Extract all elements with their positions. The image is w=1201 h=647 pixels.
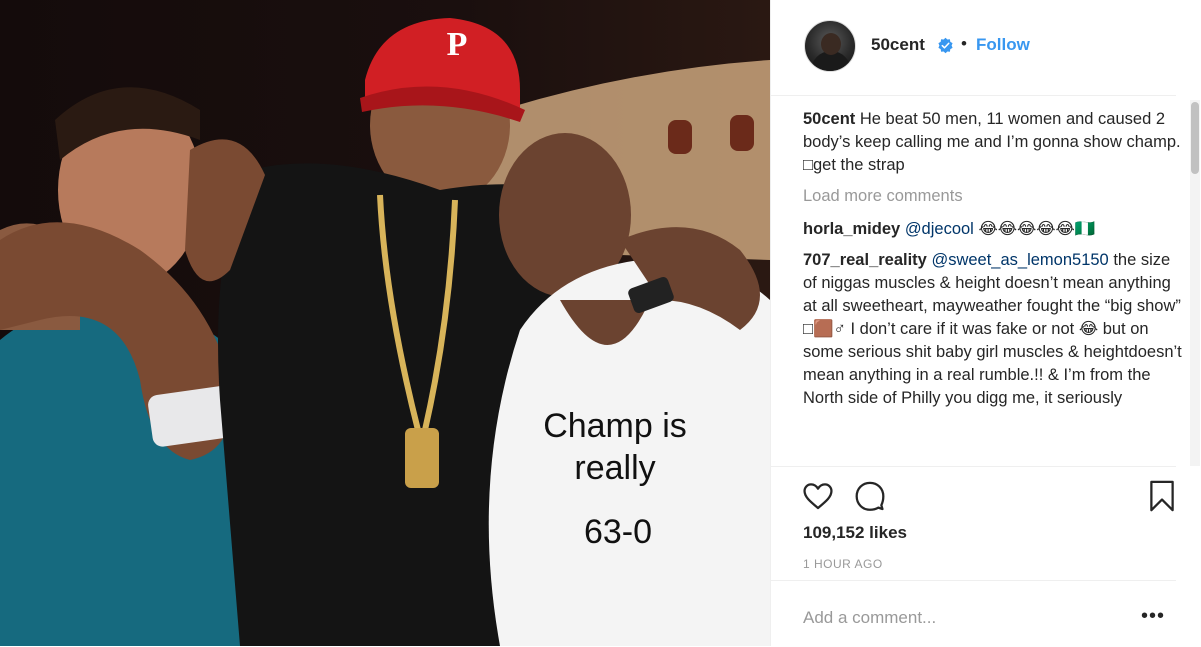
follow-button[interactable]: Follow [976, 35, 1030, 55]
svg-text:P: P [447, 26, 468, 63]
list-item: horla_midey @djecool 😂😂😂😂😂🇳🇬 [803, 218, 1183, 241]
comment-mention[interactable]: @djecool [905, 220, 974, 238]
shirt-text-line2: really [574, 449, 656, 487]
caption-text: He beat 50 men, 11 women and caused 2 bo… [803, 110, 1181, 174]
comments-list[interactable]: 50cent He beat 50 men, 11 women and caus… [803, 108, 1183, 468]
post-photo[interactable]: P Champ is really 63-0 [0, 0, 770, 646]
caption: 50cent He beat 50 men, 11 women and caus… [803, 108, 1183, 177]
post-header: 50cent • Follow [771, 0, 1176, 96]
shirt-text-line3: 63-0 [583, 513, 653, 551]
comment-text: the size of niggas muscles & height does… [803, 251, 1182, 407]
scrollbar-thumb[interactable] [1191, 102, 1199, 174]
likes-count[interactable]: 109,152 likes [803, 523, 907, 543]
comment-username[interactable]: horla_midey [803, 220, 900, 238]
list-item: 707_real_reality @sweet_as_lemon5150 the… [803, 249, 1183, 410]
add-comment-section: ••• [771, 580, 1176, 647]
comments-scrollbar[interactable] [1190, 100, 1200, 466]
caption-username[interactable]: 50cent [803, 110, 855, 128]
avatar[interactable] [804, 20, 856, 72]
author-username[interactable]: 50cent [871, 35, 925, 55]
shirt-text-line1: Champ is [543, 407, 687, 445]
load-more-comments-button[interactable]: Load more comments [803, 185, 1183, 208]
comment-text: 😂😂😂😂😂🇳🇬 [973, 220, 1096, 238]
comment-input[interactable] [801, 603, 1125, 633]
bookmark-icon[interactable] [1147, 479, 1177, 513]
comment-bubble-icon[interactable] [853, 479, 887, 513]
comment-mention[interactable]: @sweet_as_lemon5150 [931, 251, 1108, 269]
post-actions: 109,152 likes 1 HOUR AGO [771, 466, 1176, 581]
post-sidebar: 50cent • Follow 50cent He beat 50 men, 1… [770, 0, 1201, 646]
more-options-icon[interactable]: ••• [1141, 605, 1165, 628]
verified-badge-icon [938, 37, 953, 54]
comment-username[interactable]: 707_real_reality [803, 251, 927, 269]
heart-icon[interactable] [801, 479, 835, 513]
header-separator: • [961, 34, 967, 53]
post-timestamp: 1 HOUR AGO [803, 557, 883, 571]
